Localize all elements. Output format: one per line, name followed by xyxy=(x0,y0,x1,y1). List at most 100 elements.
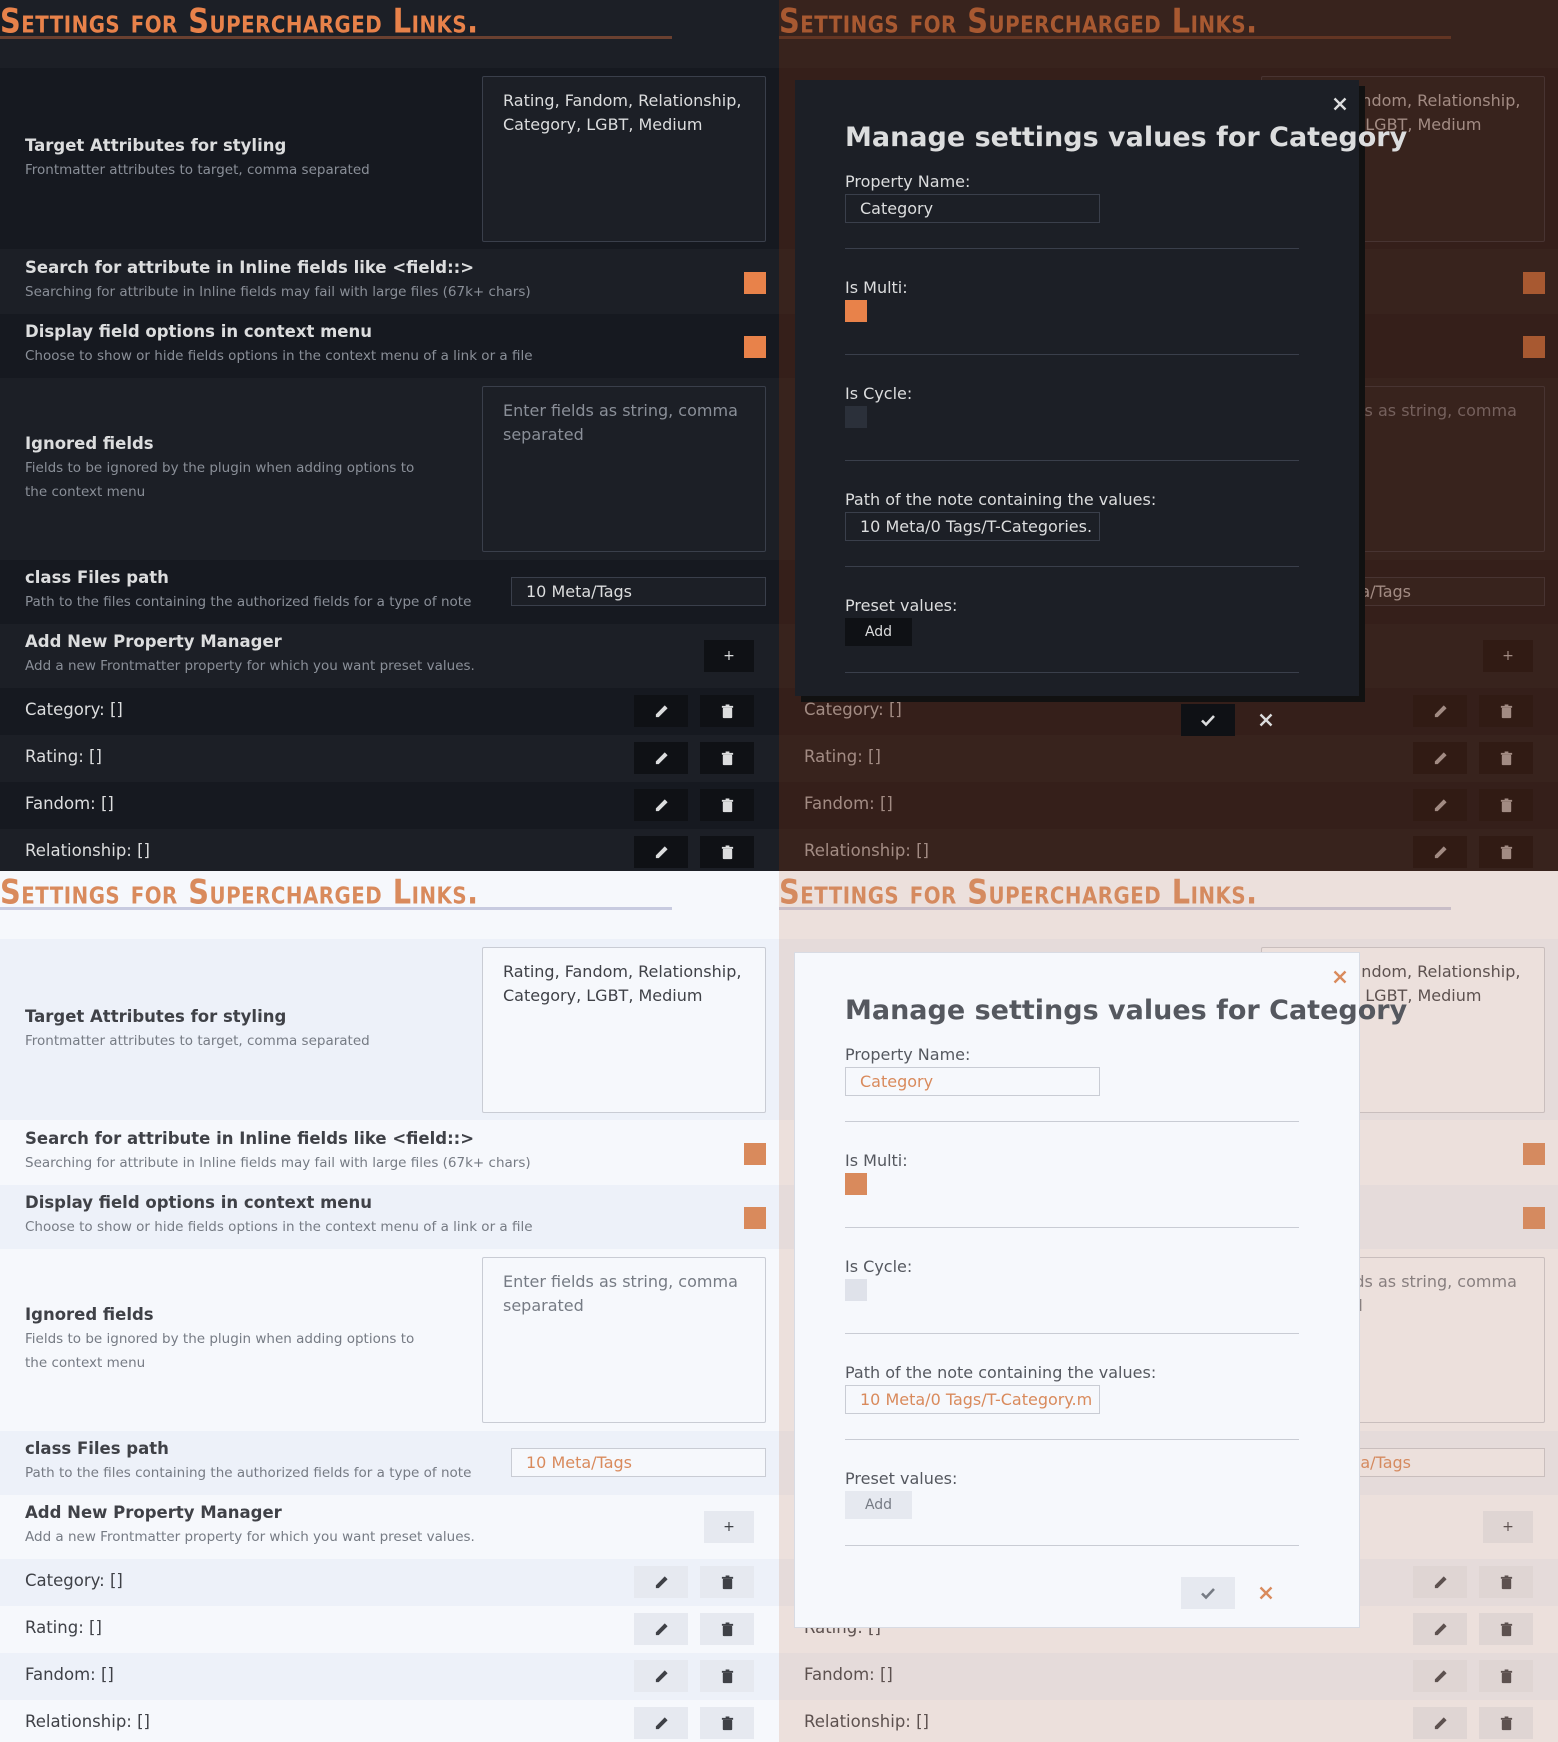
save-button[interactable] xyxy=(1181,1577,1235,1609)
setting-inline-fields: Search for attribute in Inline fields li… xyxy=(0,250,779,314)
delete-property-button[interactable] xyxy=(700,1660,754,1692)
page-title: Settings for Supercharged Links. xyxy=(0,872,479,912)
edit-property-button[interactable] xyxy=(634,1566,688,1598)
setting-add-property-manager: Add New Property Manager Add a new Frontm… xyxy=(0,624,779,688)
property-row: Relationship: [] xyxy=(0,1700,779,1742)
property-name: Rating: [] xyxy=(25,747,102,766)
delete-property-button[interactable] xyxy=(700,1707,754,1739)
inline-fields-toggle[interactable] xyxy=(744,1143,766,1165)
separator xyxy=(845,1333,1299,1334)
property-name: Fandom: [] xyxy=(25,794,114,813)
delete-property-button[interactable] xyxy=(700,742,754,774)
pencil-icon xyxy=(655,704,668,717)
delete-property-button[interactable] xyxy=(700,1613,754,1645)
delete-property-button[interactable] xyxy=(700,695,754,727)
is-multi-checkbox[interactable] xyxy=(845,300,867,322)
setting-desc: Searching for attribute in Inline fields… xyxy=(25,284,531,300)
ignored-fields-textarea[interactable]: Enter fields as string, comma separated xyxy=(482,386,766,552)
edit-property-button[interactable] xyxy=(634,836,688,868)
property-name-label: Property Name: xyxy=(845,1045,971,1064)
context-menu-toggle[interactable] xyxy=(744,336,766,358)
close-icon xyxy=(1333,970,1347,984)
inline-fields-toggle[interactable] xyxy=(744,272,766,294)
path-label: Path of the note containing the values: xyxy=(845,1363,1157,1382)
property-row: Rating: [] xyxy=(0,1606,779,1653)
setting-name: Search for attribute in Inline fields li… xyxy=(25,258,475,277)
add-preset-button[interactable]: Add xyxy=(845,1491,912,1519)
cancel-button[interactable] xyxy=(1251,1577,1281,1609)
separator xyxy=(845,1545,1299,1546)
settings-modal: Manage settings values for Category Prope… xyxy=(795,953,1407,1627)
setting-desc: Add a new Frontmatter property for which… xyxy=(25,658,475,674)
setting-desc: Frontmatter attributes to target, comma … xyxy=(25,162,370,178)
property-row: Relationship: [] xyxy=(0,829,779,871)
separator xyxy=(845,1439,1299,1440)
settings-panel: Settings for Supercharged Links.Target A… xyxy=(779,871,1558,1742)
save-button[interactable] xyxy=(1181,704,1235,736)
title-underline xyxy=(0,36,672,39)
property-row: Fandom: [] xyxy=(0,1653,779,1700)
setting-inline-fields: Search for attribute in Inline fields li… xyxy=(0,1121,779,1185)
setting-name: Ignored fields xyxy=(25,434,154,453)
path-input[interactable]: 10 Meta/0 Tags/T-Category.m xyxy=(845,1385,1100,1414)
pencil-icon xyxy=(655,1669,668,1682)
class-files-path-input[interactable]: 10 Meta/Tags xyxy=(511,577,766,606)
setting-name: Target Attributes for styling xyxy=(25,1007,287,1026)
edit-property-button[interactable] xyxy=(634,1707,688,1739)
pencil-icon xyxy=(655,845,668,858)
cancel-button[interactable] xyxy=(1251,704,1281,736)
edit-property-button[interactable] xyxy=(634,1613,688,1645)
setting-desc: Fields to be ignored by the plugin when … xyxy=(25,1331,415,1371)
edit-property-button[interactable] xyxy=(634,789,688,821)
ignored-fields-textarea[interactable]: Enter fields as string, comma separated xyxy=(482,1257,766,1423)
setting-context-menu: Display field options in context menu Cho… xyxy=(0,314,779,378)
property-row: Fandom: [] xyxy=(0,782,779,829)
is-multi-checkbox[interactable] xyxy=(845,1173,867,1195)
class-files-path-input[interactable]: 10 Meta/Tags xyxy=(511,1448,766,1477)
modal-close-button[interactable] xyxy=(1328,965,1352,989)
check-icon xyxy=(1201,715,1215,727)
trash-icon xyxy=(721,1715,733,1730)
preset-values-label: Preset values: xyxy=(845,1469,958,1488)
path-input[interactable]: 10 Meta/0 Tags/T-Categories. xyxy=(845,512,1100,541)
check-icon xyxy=(1201,1588,1215,1600)
pencil-icon xyxy=(655,1622,668,1635)
modal-title: Manage settings values for Category xyxy=(845,995,1408,1026)
edit-property-button[interactable] xyxy=(634,1660,688,1692)
trash-icon xyxy=(721,797,733,812)
target-attributes-textarea[interactable]: Rating, Fandom, Relationship, Category, … xyxy=(482,76,766,242)
add-property-button[interactable]: + xyxy=(704,1511,754,1543)
property-row: Category: [] xyxy=(0,1559,779,1606)
edit-property-button[interactable] xyxy=(634,742,688,774)
settings-panel: Settings for Supercharged Links. Target A… xyxy=(0,871,779,1742)
pencil-icon xyxy=(655,1716,668,1729)
delete-property-button[interactable] xyxy=(700,1566,754,1598)
context-menu-toggle[interactable] xyxy=(744,1207,766,1229)
delete-property-button[interactable] xyxy=(700,836,754,868)
close-icon xyxy=(1259,1586,1273,1600)
is-cycle-checkbox[interactable] xyxy=(845,406,867,428)
is-cycle-label: Is Cycle: xyxy=(845,384,913,403)
trash-icon xyxy=(721,1621,733,1636)
delete-property-button[interactable] xyxy=(700,789,754,821)
setting-desc: Path to the files containing the authori… xyxy=(25,1465,472,1481)
preset-values-label: Preset values: xyxy=(845,596,958,615)
setting-ignored-fields: Ignored fields Fields to be ignored by th… xyxy=(0,1249,779,1431)
property-name-input[interactable]: Category xyxy=(845,194,1100,223)
property-name-input[interactable]: Category xyxy=(845,1067,1100,1096)
separator xyxy=(845,1121,1299,1122)
separator xyxy=(845,566,1299,567)
add-property-button[interactable]: + xyxy=(704,640,754,672)
target-attributes-textarea[interactable]: Rating, Fandom, Relationship, Category, … xyxy=(482,947,766,1113)
screenshot-grid: Settings for Supercharged Links. Target A… xyxy=(0,0,1558,1742)
modal-title: Manage settings values for Category xyxy=(845,122,1408,153)
edit-property-button[interactable] xyxy=(634,695,688,727)
setting-desc: Choose to show or hide fields options in… xyxy=(25,348,533,364)
separator xyxy=(845,354,1299,355)
trash-icon xyxy=(721,1574,733,1589)
add-preset-button[interactable]: Add xyxy=(845,618,912,646)
modal-close-button[interactable] xyxy=(1328,92,1352,116)
is-cycle-checkbox[interactable] xyxy=(845,1279,867,1301)
property-name-label: Property Name: xyxy=(845,172,971,191)
pencil-icon xyxy=(655,751,668,764)
